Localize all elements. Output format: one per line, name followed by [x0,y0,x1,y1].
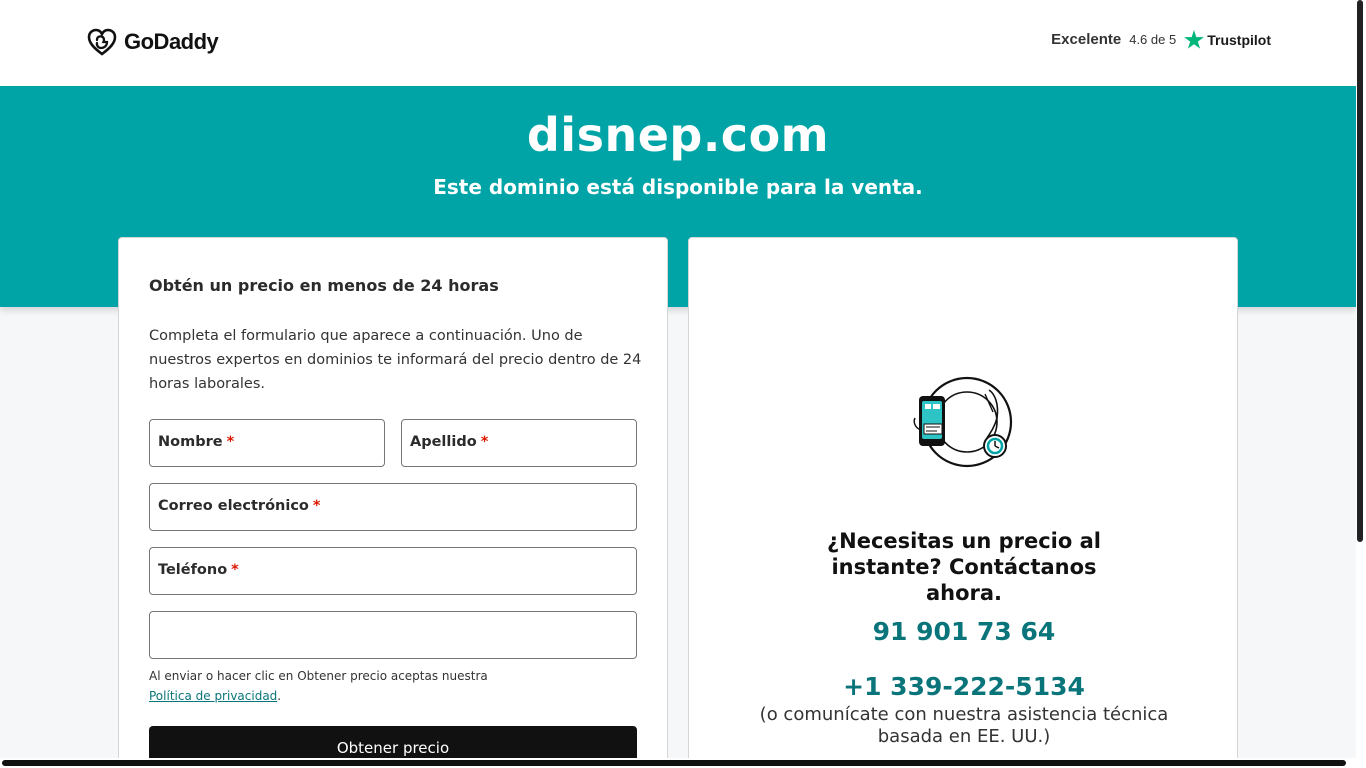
vertical-scrollbar[interactable] [1356,0,1366,768]
horizontal-scrollbar-thumb[interactable] [2,760,1346,766]
required-mark: * [226,434,235,450]
additional-field[interactable] [149,611,637,659]
form-title: Obtén un precio en menos de 24 horas [149,276,499,295]
support-note: (o comunícate con nuestra asistencia téc… [759,704,1169,747]
phone-number-es[interactable]: 91 901 73 64 [689,617,1239,646]
logo-text: GoDaddy [124,29,219,54]
vertical-scrollbar-thumb[interactable] [1357,0,1363,542]
email-field[interactable]: Correo electrónico * [149,483,637,531]
required-mark: * [312,498,321,514]
phone-support-illustration [913,376,1013,468]
trust-rating: 4.6 de 5 [1129,32,1177,47]
phone-number-us[interactable]: +1 339-222-5134 [689,672,1239,701]
domain-title: disnep.com [526,108,830,162]
privacy-policy-link[interactable]: Política de privacidad [149,689,277,703]
contact-card: ¿Necesitas un precio al instante? Contác… [688,237,1238,768]
first-name-label: Nombre * [158,434,235,450]
required-mark: * [480,434,489,450]
trustpilot-text: Trustpilot [1207,31,1271,48]
price-form-card: Obtén un precio en menos de 24 horas Com… [118,237,668,768]
godaddy-heart-icon [87,28,117,56]
phone-label: Teléfono * [158,562,239,578]
last-name-label: Apellido * [410,434,489,450]
trustpilot-star-icon [1184,30,1205,49]
form-description: Completa el formulario que aparece a con… [149,328,642,392]
first-name-field[interactable]: Nombre * [149,419,385,467]
email-label: Correo electrónico * [158,498,321,514]
trustpilot-widget[interactable]: Excelente 4.6 de 5 Trustpilot [1051,30,1271,49]
phone-field[interactable]: Teléfono * [149,547,637,595]
trustpilot-brand: Trustpilot [1184,30,1271,49]
horizontal-scrollbar[interactable] [0,758,1356,768]
site-header: GoDaddy Excelente 4.6 de 5 Trustpilot [0,0,1356,86]
hero-subtitle: Este dominio está disponible para la ven… [433,175,923,199]
contact-heading: ¿Necesitas un precio al instante? Contác… [826,529,1101,605]
required-mark: * [231,562,239,578]
last-name-field[interactable]: Apellido * [401,419,637,467]
trust-label: Excelente [1051,31,1122,48]
consent-text: Al enviar o hacer clic en Obtener precio… [149,669,488,703]
godaddy-logo[interactable]: GoDaddy [86,27,219,57]
